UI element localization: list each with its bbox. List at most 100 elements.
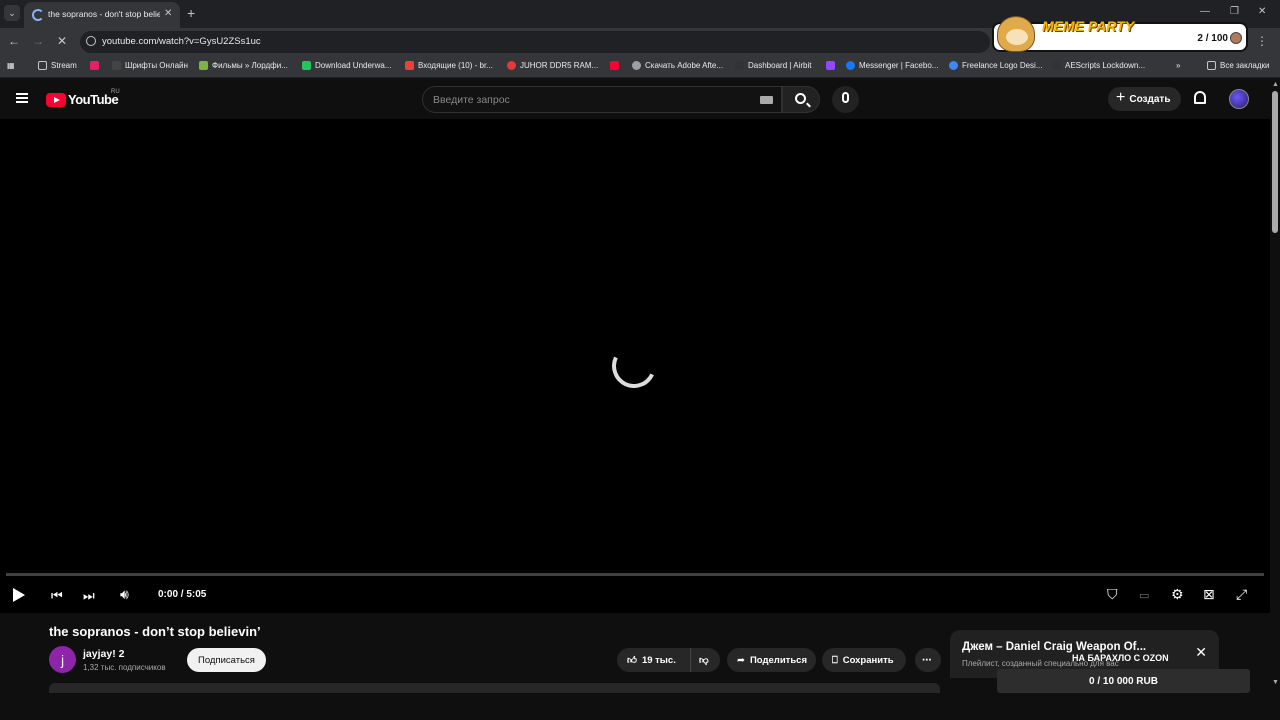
bookmark-favicon xyxy=(1052,61,1061,70)
bookmark-favicon xyxy=(632,61,641,70)
bookmark-item[interactable]: Download Underwa... xyxy=(302,61,391,70)
bookmark-favicon xyxy=(949,61,958,70)
restore-icon[interactable]: ❐ xyxy=(1230,6,1239,17)
bookmark-favicon xyxy=(90,61,99,70)
minimize-icon[interactable]: — xyxy=(1200,6,1210,17)
apps-grid-icon[interactable]: ▦ xyxy=(7,61,15,70)
previous-icon[interactable]: ⏮ xyxy=(51,588,63,604)
gmail-icon xyxy=(405,61,414,70)
buffering-spinner-icon xyxy=(605,337,663,395)
bookmark-label: Download Underwa... xyxy=(315,61,392,70)
close-icon[interactable]: ✕ xyxy=(1195,644,1207,661)
sponsorblock-icon[interactable]: ⛉ xyxy=(1107,586,1118,603)
voice-search-button[interactable] xyxy=(832,86,859,113)
scroll-up-arrow-icon[interactable]: ▲ xyxy=(1272,81,1279,88)
create-button[interactable]: + Создать xyxy=(1108,87,1181,111)
next-icon[interactable]: ⏭ xyxy=(83,588,95,604)
search-placeholder: Введите запрос xyxy=(433,94,510,106)
meme-party-widget[interactable]: MEME PARTY 2 / 100 xyxy=(992,16,1248,52)
browser-menu-icon[interactable]: ⋮ xyxy=(1256,34,1268,48)
doge-icon xyxy=(997,16,1035,52)
more-actions-button[interactable]: ⋯ xyxy=(915,648,941,672)
notifications-bell-icon[interactable] xyxy=(1194,91,1206,104)
bookmark-favicon xyxy=(112,61,121,70)
twitch-icon xyxy=(826,61,835,70)
bookmark-item[interactable]: Скачать Adobe Afte... xyxy=(632,61,723,70)
search-input[interactable]: Введите запрос xyxy=(422,86,782,113)
loading-spinner-icon xyxy=(32,9,44,21)
account-avatar[interactable] xyxy=(1229,89,1249,109)
coin-icon xyxy=(1230,32,1242,44)
bookmark-item[interactable]: Фильмы » Лордфи... xyxy=(199,61,288,70)
bookmark-item[interactable]: Dashboard | Airbit xyxy=(735,61,811,70)
bookmark-item[interactable]: Шрифты Онлайн xyxy=(112,61,188,70)
tab-search-button[interactable]: ⌄ xyxy=(4,5,20,21)
channel-name[interactable]: jayjay! 2 xyxy=(83,648,124,660)
more-bookmarks-button[interactable]: » xyxy=(1176,61,1180,70)
keyboard-icon[interactable] xyxy=(760,96,773,104)
bookmark-item[interactable]: JUHOR DDR5 RAM... xyxy=(507,61,598,70)
bookmark-item[interactable]: Freelance Logo Desi... xyxy=(949,61,1043,70)
subscribe-button[interactable]: Подписаться xyxy=(187,648,266,672)
meme-party-title: MEME PARTY xyxy=(1042,18,1135,34)
folder-icon xyxy=(1207,61,1216,70)
like-count: 19 тыс. xyxy=(641,654,676,666)
menu-icon[interactable] xyxy=(16,93,28,103)
all-bookmarks-button[interactable]: Все закладки xyxy=(1207,61,1269,70)
scrollbar-thumb[interactable] xyxy=(1272,91,1278,233)
ozon-donation-progress: 0 / 10 000 RUB xyxy=(997,669,1250,693)
share-icon: ➦ xyxy=(737,654,745,666)
bookmark-item[interactable]: Входящие (10) - br... xyxy=(405,61,493,70)
bookmark-item[interactable]: Messenger | Facebo... xyxy=(846,61,938,70)
bookmark-item[interactable]: Stream xyxy=(38,61,77,70)
channel-avatar[interactable]: j xyxy=(49,646,76,673)
bookmark-label: Шрифты Онлайн xyxy=(125,61,188,70)
tab-close-icon[interactable]: ✕ xyxy=(164,8,172,19)
bookmark-item[interactable] xyxy=(826,61,835,70)
bookmark-label: Dashboard | Airbit xyxy=(748,61,812,70)
bookmark-label: Freelance Logo Desi... xyxy=(962,61,1043,70)
bookmark-item[interactable] xyxy=(90,61,99,70)
bookmark-item[interactable] xyxy=(610,61,619,70)
meme-party-count: 2 / 100 xyxy=(1197,33,1228,44)
address-bar[interactable]: youtube.com/watch?v=GysU2ZSs1uc xyxy=(80,31,990,53)
theater-mode-icon[interactable]: ⊠ xyxy=(1203,586,1215,603)
bookmark-favicon xyxy=(507,61,516,70)
bookmark-item[interactable]: AEScripts Lockdown... xyxy=(1052,61,1145,70)
bookmark-label: Фильмы » Лордфи... xyxy=(212,61,288,70)
video-title: the sopranos - don’t stop believin’ xyxy=(49,624,261,639)
bookmark-label: Входящие (10) - br... xyxy=(418,61,493,70)
save-button[interactable]: ⎕ Сохранить xyxy=(822,648,906,672)
progress-bar[interactable] xyxy=(6,573,1264,576)
subscriber-count: 1,32 тыс. подписчиков xyxy=(83,663,166,672)
forward-icon[interactable]: → xyxy=(32,34,44,48)
tab-title: the sopranos - don't stop believin' xyxy=(48,9,160,19)
new-tab-button[interactable]: + xyxy=(187,5,195,21)
search-button[interactable] xyxy=(782,86,820,113)
subtitles-icon[interactable]: ▭ xyxy=(1139,589,1149,602)
scroll-down-arrow-icon[interactable]: ▼ xyxy=(1272,679,1279,686)
video-player[interactable]: ⏮ ⏭ 🔊︎ 0:00 / 5:05 ⛉ ▭ ⚙ ⊠ ⤢ xyxy=(0,119,1270,613)
site-info-icon[interactable] xyxy=(86,36,96,46)
plus-icon: + xyxy=(1116,89,1126,106)
browser-tab[interactable]: the sopranos - don't stop believin' ✕ xyxy=(24,2,180,28)
back-icon[interactable]: ← xyxy=(8,34,20,48)
thumbs-down-icon: 👎︎ xyxy=(699,655,709,666)
play-icon[interactable] xyxy=(13,588,25,602)
time-display: 0:00 / 5:05 xyxy=(158,589,207,600)
dislike-button[interactable]: 👎︎ xyxy=(690,648,720,672)
bookmark-label: Stream xyxy=(51,61,77,70)
fullscreen-icon[interactable]: ⤢ xyxy=(1236,586,1247,603)
share-label: Поделиться xyxy=(749,654,807,666)
page-scrollbar[interactable]: ▲ ▼ xyxy=(1270,79,1280,693)
description-box[interactable] xyxy=(49,683,940,693)
share-button[interactable]: ➦ Поделиться xyxy=(727,648,816,672)
close-window-icon[interactable]: ✕ xyxy=(1258,6,1266,17)
youtube-logo-icon[interactable] xyxy=(46,93,66,107)
thumbs-up-icon: 👍︎ xyxy=(627,655,637,666)
stop-loading-icon[interactable]: ✕ xyxy=(57,34,67,48)
url-text: youtube.com/watch?v=GysU2ZSs1uc xyxy=(102,36,261,47)
like-button[interactable]: 👍︎ 19 тыс. xyxy=(617,648,690,672)
volume-icon[interactable]: 🔊︎ xyxy=(120,586,129,603)
settings-gear-icon[interactable]: ⚙ xyxy=(1171,586,1184,603)
